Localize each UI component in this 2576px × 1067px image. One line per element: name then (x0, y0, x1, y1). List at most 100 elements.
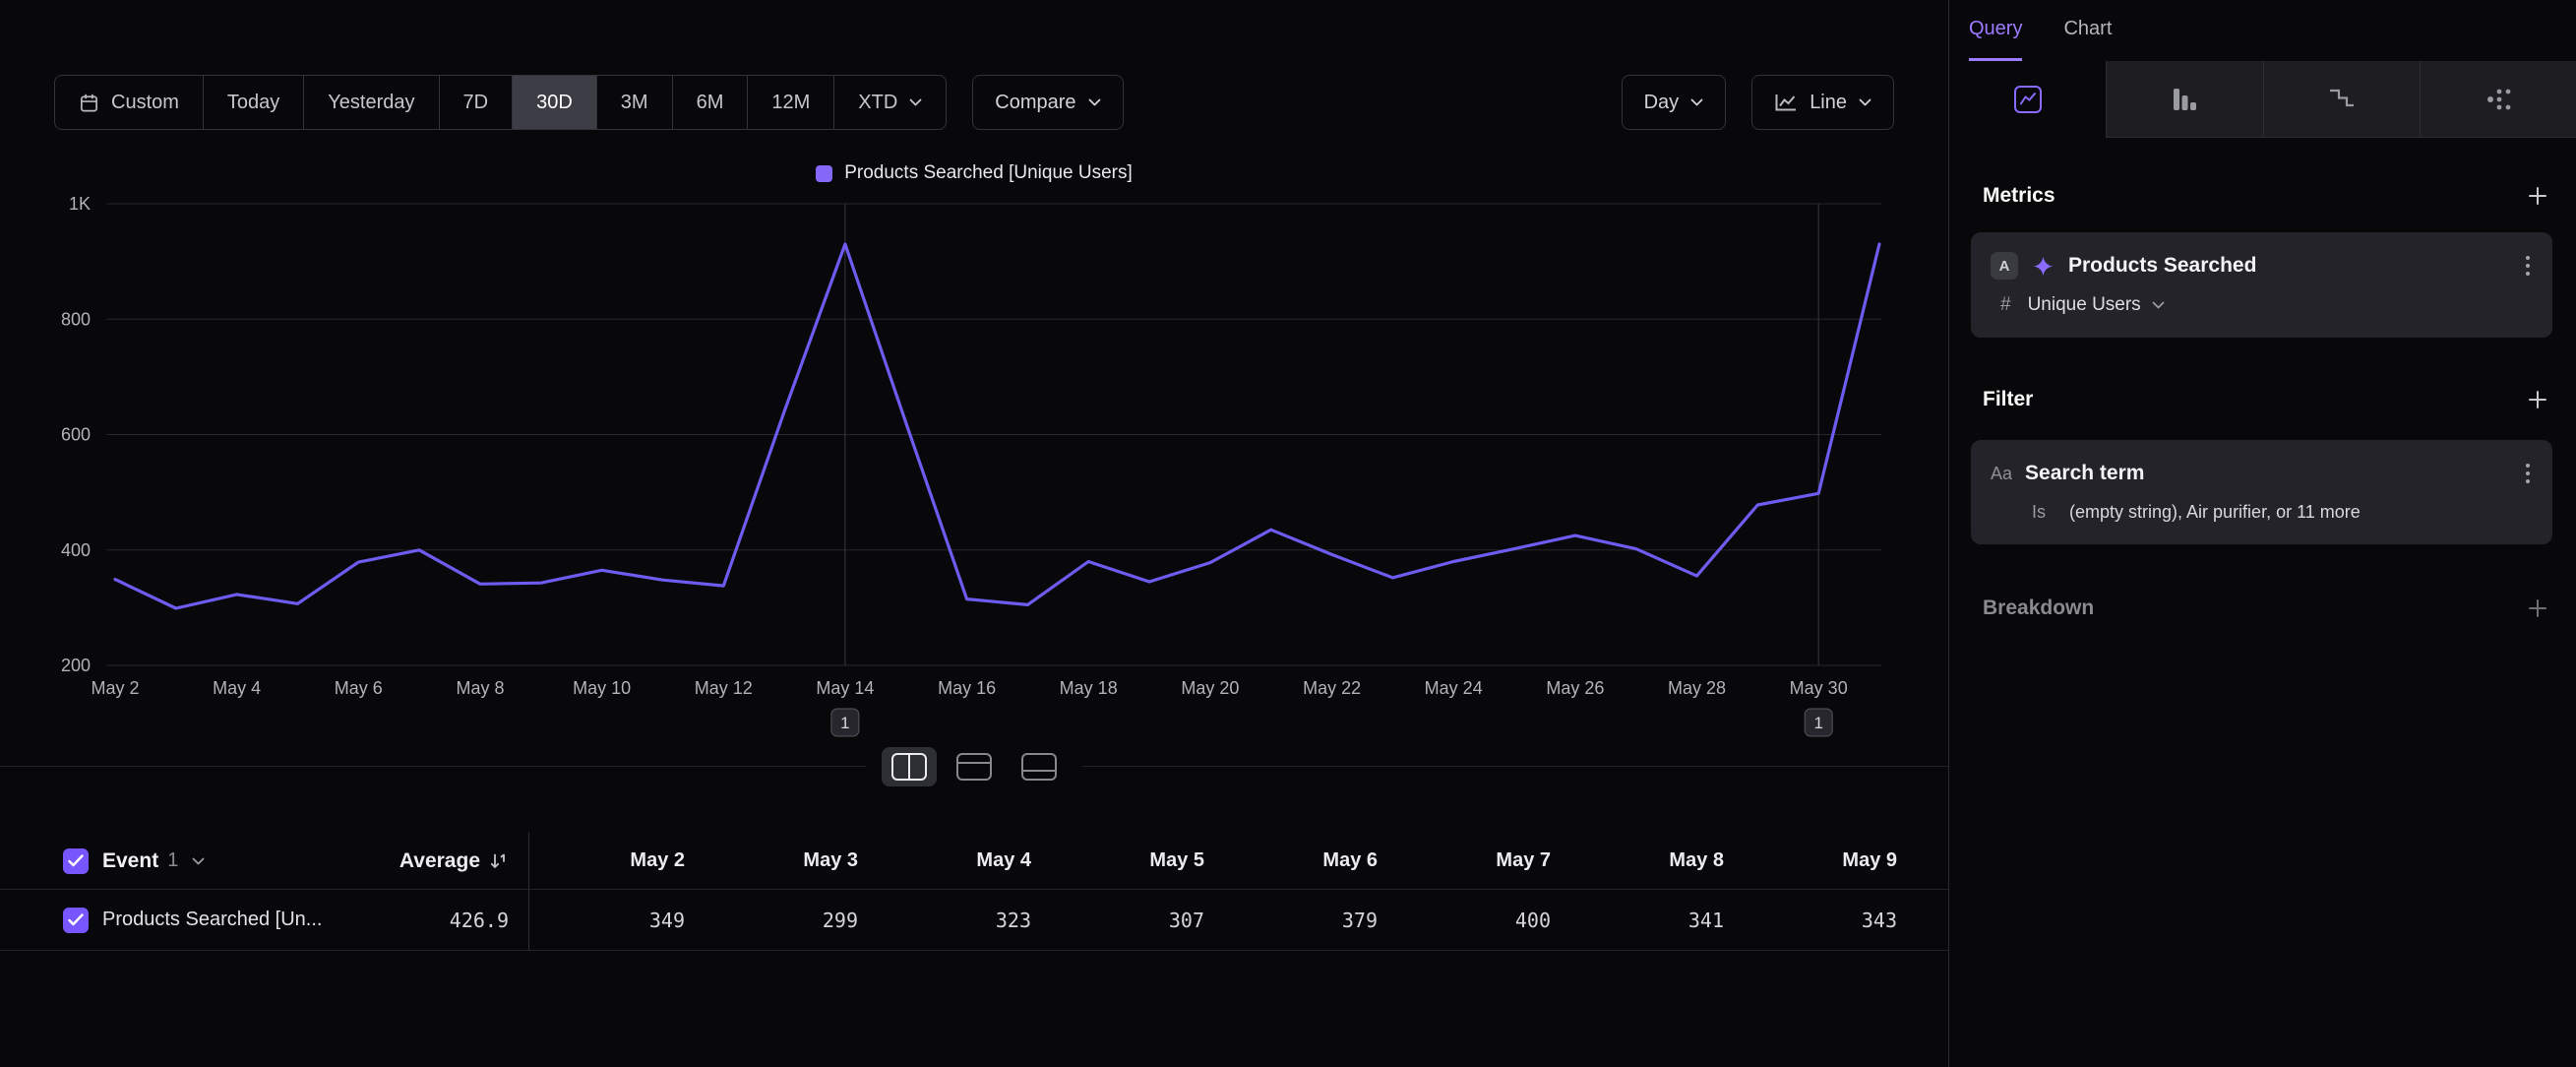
filter-section-header: Filter (1971, 387, 2552, 412)
column-header[interactable]: May 3 (703, 849, 876, 872)
column-header[interactable]: May 6 (1222, 849, 1395, 872)
y-axis-label: 1K (69, 194, 91, 214)
table-header-first-cell: Event 1 Average (0, 833, 529, 889)
legend-swatch (816, 165, 832, 182)
toolbar: Custom Today Yesterday7D30D3M 6M 12M XTD Comp… (54, 75, 1894, 130)
granularity-button[interactable]: Day (1622, 75, 1727, 130)
x-axis-label: May 10 (573, 678, 631, 698)
add-metric-button[interactable] (2523, 183, 2552, 209)
kebab-menu-icon[interactable] (2523, 252, 2533, 280)
range-button-3m[interactable]: 3M (596, 76, 672, 129)
report-type-tabs (1949, 61, 2576, 138)
calendar-icon (79, 93, 99, 113)
kebab-menu-icon[interactable] (2523, 460, 2533, 487)
column-header[interactable]: May 9 (1742, 849, 1915, 872)
split-top-icon (955, 752, 993, 782)
x-axis-label: May 8 (456, 678, 504, 698)
chevron-down-icon (909, 98, 922, 106)
retention-steps-icon (2327, 85, 2357, 114)
range-label: Today (227, 92, 279, 114)
annotation-badge[interactable]: 1 (831, 709, 859, 736)
column-header[interactable]: May 5 (1049, 849, 1222, 872)
metric-letter-badge: A (1991, 252, 2018, 280)
tab-query[interactable]: Query (1969, 0, 2022, 61)
column-header[interactable]: May 4 (876, 849, 1049, 872)
funnels-tab[interactable] (2106, 61, 2262, 138)
line-chart[interactable]: 1K800600400200May 2May 4May 6May 8May 10… (0, 183, 1899, 740)
chart-type-button[interactable]: Line (1751, 75, 1894, 130)
series-line[interactable] (115, 244, 1879, 608)
range-label: 6M (697, 92, 724, 114)
line-chart-icon (1774, 93, 1798, 112)
row-average: 426.9 (450, 909, 509, 932)
breakdown-heading: Breakdown (1983, 596, 2094, 620)
filter-heading: Filter (1983, 388, 2033, 411)
column-header[interactable]: May 8 (1568, 849, 1742, 872)
table-row: Products Searched [Un...426.934929932330… (0, 890, 1948, 951)
flow-dots-icon (2484, 85, 2513, 114)
cell-value: 341 (1568, 909, 1742, 932)
cell-value: 349 (529, 909, 703, 932)
average-label: Average (399, 849, 480, 873)
annotation-badge[interactable]: 1 (1805, 709, 1832, 736)
select-all-checkbox[interactable] (63, 848, 89, 874)
cell-value: 323 (876, 909, 1049, 932)
filter-card[interactable]: Aa Search term Is (empty string), Air pu… (1971, 440, 2552, 544)
text-type-icon: Aa (1991, 464, 2012, 484)
row-checkbox[interactable] (63, 908, 89, 933)
y-axis-label: 400 (61, 540, 91, 560)
x-axis-label: May 14 (816, 678, 874, 698)
range-button-today[interactable]: Today (203, 76, 303, 129)
range-button-12m[interactable]: 12M (747, 76, 833, 129)
split-bottom-icon (1020, 752, 1058, 782)
filter-property-name: Search term (2025, 462, 2510, 485)
range-button-yesterday[interactable]: Yesterday (303, 76, 438, 129)
range-button-7d[interactable]: 7D (439, 76, 513, 129)
x-axis-label: May 26 (1546, 678, 1604, 698)
flows-tab[interactable] (2420, 61, 2576, 138)
measure-selector[interactable]: Unique Users (2028, 294, 2165, 316)
compare-button[interactable]: Compare (972, 75, 1123, 130)
add-filter-button[interactable] (2523, 387, 2552, 412)
column-header[interactable]: May 7 (1395, 849, 1568, 872)
range-button-6m[interactable]: 6M (672, 76, 748, 129)
x-axis-label: May 28 (1668, 678, 1726, 698)
filter-value[interactable]: (empty string), Air purifier, or 11 more (2069, 502, 2361, 523)
chart-panel: Custom Today Yesterday7D30D3M 6M 12M XTD Comp… (0, 0, 1948, 1067)
split-columns-icon (890, 752, 928, 782)
chart-legend[interactable]: Products Searched [Unique Users] (0, 162, 1948, 184)
range-button-30d[interactable]: 30D (512, 76, 596, 129)
event-sparkle-icon (2031, 254, 2055, 279)
range-button-xtd[interactable]: XTD (833, 76, 946, 129)
layout-toggle-split-columns[interactable] (882, 747, 937, 786)
column-header[interactable]: May 2 (529, 849, 703, 872)
cell-value: 379 (1222, 909, 1395, 932)
sort-icon[interactable] (489, 851, 509, 871)
y-axis-label: 800 (61, 309, 91, 329)
x-axis-label: May 18 (1060, 678, 1118, 698)
query-builder: Metrics A Products Searched # Unique Use… (1949, 183, 2576, 621)
breakdown-section-header: Breakdown (1971, 596, 2552, 621)
row-name[interactable]: Products Searched [Un... (102, 909, 322, 931)
y-axis-label: 600 (61, 425, 91, 445)
sidebar-tabs: Query Chart (1949, 0, 2576, 61)
insights-tab[interactable] (1949, 61, 2106, 138)
layout-toggle-split-top[interactable] (947, 747, 1002, 786)
layout-toggle-split-bottom[interactable] (1012, 747, 1067, 786)
metric-card[interactable]: A Products Searched # Unique Users (1971, 232, 2552, 338)
chevron-down-icon (1859, 98, 1871, 106)
measure-label: Unique Users (2028, 294, 2141, 316)
range-label: 12M (771, 92, 810, 114)
chevron-down-icon (1690, 98, 1703, 106)
range-button-custom[interactable]: Custom (55, 76, 203, 129)
add-breakdown-button[interactable] (2523, 596, 2552, 621)
event-dropdown-icon[interactable] (192, 857, 205, 865)
filter-operator[interactable]: Is (2032, 502, 2046, 523)
query-sidebar: QueryChart Metrics A Products Searched # (1948, 0, 2576, 1067)
tab-chart[interactable]: Chart (2063, 0, 2112, 61)
cell-value: 299 (703, 909, 876, 932)
retention-tab[interactable] (2263, 61, 2420, 138)
x-axis-label: May 4 (213, 678, 261, 698)
legend-label: Products Searched [Unique Users] (844, 162, 1133, 184)
event-label: Event (102, 849, 158, 873)
